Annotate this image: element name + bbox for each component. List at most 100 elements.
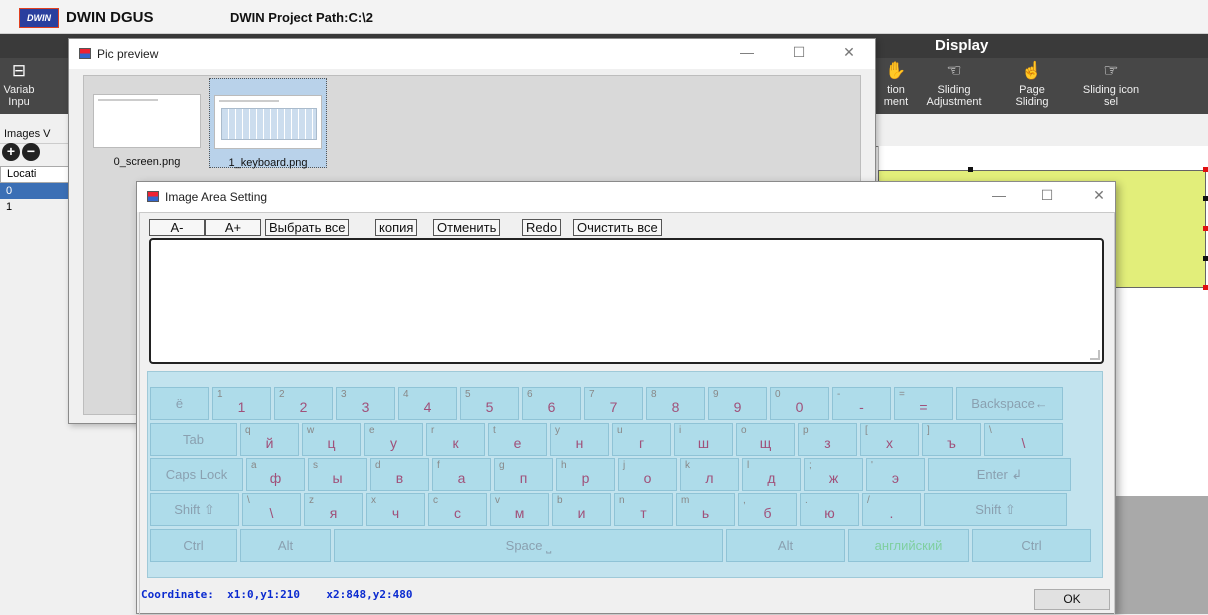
ok-button[interactable]: OK [1034, 589, 1110, 610]
keyboard-key[interactable]: 44 [398, 387, 457, 420]
keyboard-key[interactable]: kл [680, 458, 739, 491]
keyboard-key[interactable]: 88 [646, 387, 705, 420]
keyboard-key[interactable]: \ \ [984, 423, 1063, 456]
keyboard-key[interactable]: \ \ [242, 493, 301, 526]
keyboard-key[interactable]: ё [150, 387, 209, 420]
keyboard-key[interactable]: vм [490, 493, 549, 526]
thumbnail-keyboard[interactable]: 1_keyboard.png [209, 78, 327, 169]
keyboard-key[interactable]: fа [432, 458, 491, 491]
keyboard-key[interactable]: hр [556, 458, 615, 491]
ribbon-item-rotation-adjustment[interactable]: ✋ tion ment [876, 60, 916, 108]
keyboard-key[interactable]: Caps Lock [150, 458, 243, 491]
keyboard-key[interactable]: uг [612, 423, 671, 456]
keyboard-key[interactable]: rк [426, 423, 485, 456]
undo-button[interactable]: Отменить [433, 219, 501, 236]
keyboard-key[interactable]: -- [832, 387, 891, 420]
keyboard-key[interactable]: Shift ⇧ [150, 493, 239, 526]
ribbon-item-variable-input[interactable]: ⊟ Variab Inpu [2, 60, 36, 108]
table-row[interactable]: 0 [0, 183, 70, 199]
resize-handle[interactable] [1203, 196, 1208, 201]
text-input-area[interactable] [149, 238, 1104, 364]
keyboard-key[interactable]: Enter ↲ [928, 458, 1071, 491]
keyboard-key[interactable]: 11 [212, 387, 271, 420]
ribbon-item-sliding-adjustment[interactable]: ☜ Sliding Adjustment [918, 60, 990, 108]
keyboard-key[interactable]: lд [742, 458, 801, 491]
keyboard-key[interactable]: xч [366, 493, 425, 526]
thumbnail-screen[interactable]: 0_screen.png [88, 78, 206, 168]
keyboard-key[interactable]: Ctrl [972, 529, 1091, 562]
image-area-title-bar[interactable]: Image Area Setting — ☐ ✕ [137, 182, 1115, 212]
keyboard-key[interactable]: английский [848, 529, 969, 562]
keyboard-key[interactable]: qй [240, 423, 299, 456]
keyboard-key[interactable]: mь [676, 493, 735, 526]
key-label: у [390, 435, 397, 451]
keyboard-key[interactable]: zя [304, 493, 363, 526]
minimize-icon[interactable]: — [977, 187, 1021, 203]
keyboard-key[interactable]: 55 [460, 387, 519, 420]
keyboard-key[interactable]: cс [428, 493, 487, 526]
copy-button[interactable]: копия [375, 219, 418, 236]
keyboard-key[interactable]: = = [894, 387, 953, 420]
font-decrease-button[interactable]: A- [149, 219, 205, 236]
keyboard-key[interactable]: 66 [522, 387, 581, 420]
keyboard-key[interactable]: tе [488, 423, 547, 456]
resize-handle[interactable] [1203, 226, 1208, 231]
font-increase-button[interactable]: A+ [205, 219, 261, 236]
keyboard-key[interactable]: Alt [726, 529, 845, 562]
minimize-icon[interactable]: — [725, 44, 769, 60]
keyboard-key[interactable]: nт [614, 493, 673, 526]
tab-display[interactable]: Display [935, 37, 988, 54]
remove-image-icon[interactable]: − [22, 143, 40, 161]
table-row[interactable]: 1 [0, 199, 70, 215]
keyboard-key[interactable]: 99 [708, 387, 767, 420]
keyboard-key[interactable]: 00 [770, 387, 829, 420]
resize-handle[interactable] [1203, 167, 1208, 172]
keyboard-key[interactable]: ,б [738, 493, 797, 526]
keyboard-key[interactable]: yн [550, 423, 609, 456]
maximize-icon[interactable]: ☐ [777, 44, 821, 61]
keyboard-key[interactable]: gп [494, 458, 553, 491]
clear-all-button[interactable]: Очистить все [573, 219, 662, 236]
keyboard-key[interactable]: aф [246, 458, 305, 491]
resize-handle[interactable] [968, 167, 973, 172]
keyboard-key[interactable]: oщ [736, 423, 795, 456]
redo-button[interactable]: Redo [522, 219, 562, 236]
keyboard-key[interactable]: dв [370, 458, 429, 491]
keyboard-key[interactable]: jо [618, 458, 677, 491]
keyboard-image[interactable]: ё 1 1 2 2 3 3 4 4 5 5 6 6 7 7 8 8 9 9 0 0- - = = Backspace← Tab q й… [147, 371, 1103, 578]
keyboard-key[interactable]: ] ъ [922, 423, 981, 456]
keyboard-key[interactable]: ' э [866, 458, 925, 491]
keyboard-key[interactable]: Backspace← [956, 387, 1063, 420]
keyboard-key[interactable]: ; ж [804, 458, 863, 491]
keyboard-key[interactable]: Space ⎵ [334, 529, 723, 562]
keyboard-key[interactable]: /. [862, 493, 921, 526]
maximize-icon[interactable]: ☐ [1025, 187, 1069, 204]
images-view-tab[interactable]: Images V [0, 128, 70, 144]
ribbon-item-sliding-icon-sel[interactable]: ☞ Sliding icon sel [1068, 60, 1154, 108]
keyboard-key[interactable]: 22 [274, 387, 333, 420]
keyboard-key[interactable]: pз [798, 423, 857, 456]
keyboard-key[interactable]: Shift ⇧ [924, 493, 1067, 526]
keyboard-key[interactable]: [х [860, 423, 919, 456]
keyboard-key[interactable]: 77 [584, 387, 643, 420]
resize-grip-icon[interactable] [1090, 350, 1100, 360]
resize-handle[interactable] [1203, 256, 1208, 261]
keyboard-key[interactable]: eу [364, 423, 423, 456]
add-image-icon[interactable]: + [2, 143, 20, 161]
keyboard-key[interactable]: Ctrl [150, 529, 237, 562]
close-icon[interactable]: ✕ [827, 44, 871, 61]
keyboard-key[interactable]: Tab [150, 423, 237, 456]
close-icon[interactable]: ✕ [1077, 187, 1121, 204]
thumbnail-image [214, 95, 322, 149]
keyboard-key[interactable]: bи [552, 493, 611, 526]
resize-handle[interactable] [1203, 285, 1208, 290]
keyboard-key[interactable]: sы [308, 458, 367, 491]
keyboard-key[interactable]: 33 [336, 387, 395, 420]
keyboard-key[interactable]: Alt [240, 529, 331, 562]
keyboard-key[interactable]: iш [674, 423, 733, 456]
pic-preview-title-bar[interactable]: Pic preview — ☐ ✕ [69, 39, 875, 69]
keyboard-key[interactable]: wц [302, 423, 361, 456]
ribbon-item-page-sliding[interactable]: ☝ Page Sliding [1002, 60, 1062, 108]
keyboard-key[interactable]: .ю [800, 493, 859, 526]
select-all-button[interactable]: Выбрать все [265, 219, 350, 236]
